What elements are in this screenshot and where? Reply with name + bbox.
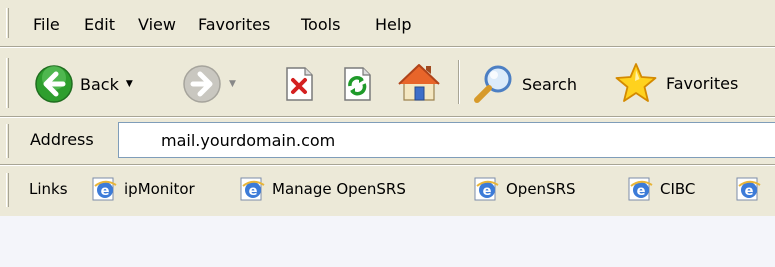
- forward-dropdown-icon[interactable]: ▼: [229, 79, 236, 89]
- menu-bar: File Edit View Favorites Tools Help: [0, 0, 775, 46]
- link-manage-opensrs[interactable]: e Manage OpenSRS: [240, 176, 406, 202]
- menu-tools[interactable]: Tools: [301, 15, 340, 34]
- svg-text:e: e: [637, 184, 646, 199]
- back-label: Back: [80, 74, 119, 94]
- favorites-label: Favorites: [666, 73, 739, 93]
- menu-edit[interactable]: Edit: [84, 15, 115, 34]
- ie-page-icon: e: [92, 177, 117, 201]
- svg-text:e: e: [101, 184, 110, 199]
- address-label: Address: [30, 130, 94, 149]
- menu-bar-grip[interactable]: [6, 8, 9, 38]
- search-button[interactable]: Search: [472, 62, 577, 106]
- link-label: CIBC: [660, 180, 696, 198]
- links-bar: Links e ipMonitor e Manage OpenSRS e Ope…: [0, 166, 775, 214]
- link-overflow[interactable]: e: [736, 176, 768, 202]
- svg-text:e: e: [745, 184, 754, 199]
- stop-icon: [286, 67, 313, 101]
- address-bar: Address mail.yourdomain.com: [0, 118, 775, 164]
- menu-help[interactable]: Help: [375, 15, 411, 34]
- refresh-icon: [344, 67, 371, 101]
- address-bar-grip[interactable]: [6, 124, 9, 158]
- toolbar-separator: [458, 60, 460, 104]
- link-cibc[interactable]: e CIBC: [628, 176, 695, 202]
- back-arrow-icon: [35, 65, 73, 103]
- link-label: ipMonitor: [124, 180, 195, 198]
- ie-page-icon: e: [628, 177, 653, 201]
- svg-text:e: e: [483, 184, 492, 199]
- toolbar-grip[interactable]: [6, 58, 9, 108]
- link-label: OpenSRS: [506, 180, 576, 198]
- ie-page-icon: e: [736, 177, 761, 201]
- search-magnifier-icon: [474, 65, 512, 103]
- favorites-star-icon: [615, 63, 657, 102]
- link-opensrs[interactable]: e OpenSRS: [474, 176, 576, 202]
- back-button[interactable]: Back ▼: [34, 64, 133, 104]
- ie-page-icon: e: [240, 177, 265, 201]
- link-ipmonitor[interactable]: e ipMonitor: [92, 176, 195, 202]
- links-label: Links: [29, 180, 68, 198]
- forward-button[interactable]: ▼: [182, 64, 236, 104]
- link-label: Manage OpenSRS: [272, 180, 406, 198]
- stop-button[interactable]: [282, 66, 316, 102]
- home-icon: [398, 64, 440, 101]
- refresh-button[interactable]: [340, 66, 374, 102]
- home-button[interactable]: [396, 60, 442, 104]
- standard-toolbar: Back ▼ ▼ Search Favorites: [0, 48, 775, 116]
- svg-text:e: e: [249, 184, 258, 199]
- forward-arrow-icon: [183, 65, 221, 103]
- menu-favorites[interactable]: Favorites: [198, 15, 270, 34]
- ie-page-icon: e: [474, 177, 499, 201]
- address-value: mail.yourdomain.com: [161, 131, 336, 150]
- search-label: Search: [522, 74, 577, 94]
- links-bar-grip[interactable]: [6, 173, 9, 207]
- favorites-button[interactable]: Favorites: [614, 62, 738, 104]
- address-input[interactable]: mail.yourdomain.com: [118, 122, 775, 158]
- page-content-area[interactable]: [0, 216, 775, 267]
- back-dropdown-icon[interactable]: ▼: [126, 79, 133, 89]
- menu-file[interactable]: File: [33, 15, 60, 34]
- menu-view[interactable]: View: [138, 15, 176, 34]
